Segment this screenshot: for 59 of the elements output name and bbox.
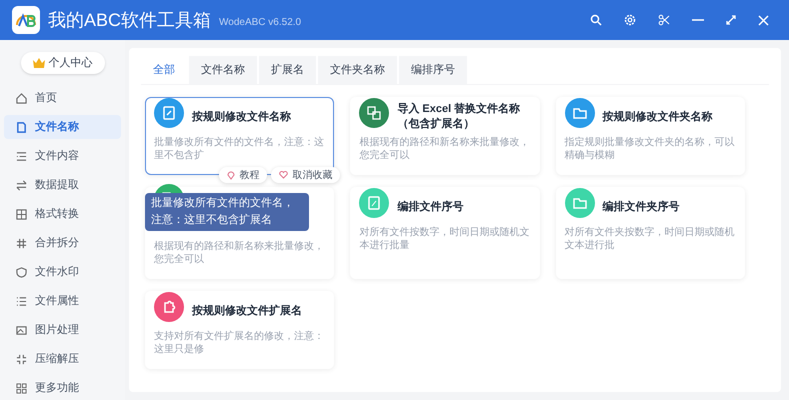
sidebar-item[interactable]: 文件内容 <box>4 144 121 168</box>
settings-icon[interactable] <box>624 14 636 26</box>
sidebar-item[interactable]: 文件水印 <box>4 260 121 284</box>
hash-icon <box>16 238 27 248</box>
action-button[interactable]: 教程 <box>219 167 268 183</box>
tooltip: 批量修改所有文件的文件名，注意：这里不包含扩展名 <box>145 193 309 231</box>
sidebar-item[interactable]: 格式转换 <box>4 202 121 226</box>
search-icon[interactable] <box>590 14 602 26</box>
card-title: 按规则修改文件夹名称 <box>602 110 713 124</box>
crown-icon <box>32 58 44 68</box>
card-description: 批量修改所有文件的文件名，注意：这里不包含扩 <box>154 136 325 162</box>
app-logo-icon <box>12 6 40 34</box>
card-description: 对所有文件夹按数字，时间日期或随机文本进行批 <box>564 226 736 252</box>
tab[interactable]: 扩展名 <box>259 56 316 84</box>
sidebar-item[interactable]: 更多功能 <box>4 376 121 400</box>
window-title: 我的ABC软件工具箱 <box>48 8 212 32</box>
image-icon <box>16 324 27 336</box>
card-title: 按规则修改文件扩展名 <box>192 304 302 318</box>
tab[interactable]: 文件名称 <box>189 56 257 84</box>
house-icon <box>16 92 27 104</box>
card-title: 按规则修改文件名称 <box>192 110 291 124</box>
card-description: 对所有文件按数字，时间日期或随机文本进行批量 <box>359 226 530 252</box>
pin-icon <box>227 170 236 180</box>
tool-card[interactable]: 编排文件序号 对所有文件按数字，时间日期或随机文本进行批量 <box>350 187 540 279</box>
card-description: 根据现有的路径和新名称来批量修改，您完全可以 <box>359 136 530 162</box>
sidebar-item[interactable]: 图片处理 <box>4 318 121 342</box>
corners-icon <box>16 354 27 364</box>
sidebar-item[interactable]: 文件属性 <box>4 289 121 313</box>
action-button[interactable]: 取消收藏 <box>271 167 340 183</box>
user-center-button[interactable]: 个人中心 <box>20 52 104 74</box>
lines-icon <box>16 150 27 162</box>
card-description: 指定规则批量修改文件夹的名称，可以精确与模糊 <box>564 136 736 162</box>
card-title: 编排文件序号 <box>397 200 464 214</box>
sidebar-item[interactable]: 首页 <box>4 86 121 110</box>
arrows-icon <box>16 180 27 190</box>
tab[interactable]: 编排序号 <box>399 56 467 84</box>
tool-card[interactable]: 按规则修改文件扩展名 支持对所有文件扩展名的修改，注意：这里只是修 <box>145 291 334 369</box>
sidebar-item[interactable]: 数据提取 <box>4 173 121 197</box>
card-title: 导入 Excel 替换文件名称（包含扩展名） <box>397 102 522 132</box>
apps-icon <box>16 382 27 394</box>
heart-icon <box>279 171 288 179</box>
sidebar-item[interactable]: 压缩解压 <box>4 347 121 371</box>
shield-icon <box>16 266 27 278</box>
tool-card[interactable]: 导入 Excel 替换文件名称（包含扩展名） 根据现有的路径和新名称来批量修改，您完全可以 <box>350 97 540 175</box>
card-description: 支持对所有文件扩展名的修改，注意：这里只是修 <box>154 330 325 356</box>
close-icon[interactable] <box>758 14 769 26</box>
sidebar-item[interactable]: 合并拆分 <box>4 231 121 255</box>
card-title: 编排文件夹序号 <box>602 200 680 214</box>
document-icon <box>16 122 27 132</box>
grid-icon <box>16 208 27 220</box>
tool-card[interactable]: 按规则修改文件夹名称 指定规则批量修改文件夹的名称，可以精确与模糊 <box>556 97 745 175</box>
tab[interactable]: 文件夹名称 <box>318 56 397 84</box>
tool-card[interactable]: 编排文件夹序号 对所有文件夹按数字，时间日期或随机文本进行批 <box>556 187 745 279</box>
sidebar-item[interactable]: 文件名称 <box>4 115 121 139</box>
scissors-icon[interactable] <box>658 14 670 26</box>
maximize-icon[interactable] <box>726 15 736 25</box>
list-icon <box>16 296 27 306</box>
card-description: 根据现有的路径和新名称来批量修改，您完全可以 <box>154 240 325 266</box>
version-label: WodeABC v6.52.0 <box>219 16 302 30</box>
